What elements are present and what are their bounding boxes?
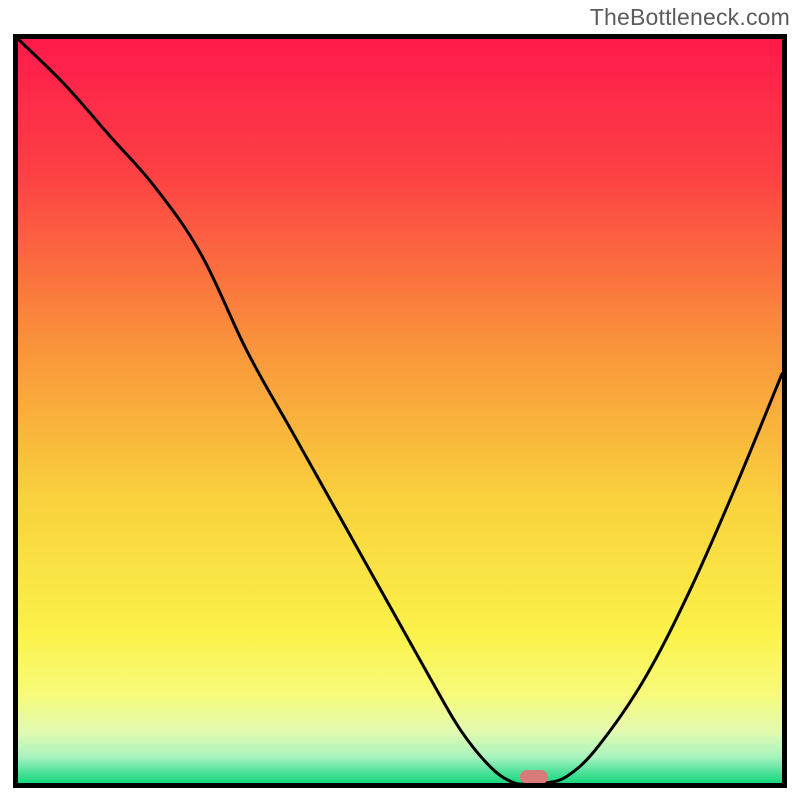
plot-area — [18, 39, 782, 783]
watermark-text: TheBottleneck.com — [590, 4, 790, 31]
gradient-background — [18, 39, 782, 783]
optimum-marker — [520, 770, 548, 784]
plot-border — [13, 34, 787, 788]
chart-frame: TheBottleneck.com — [0, 0, 800, 800]
chart-svg — [18, 39, 782, 783]
